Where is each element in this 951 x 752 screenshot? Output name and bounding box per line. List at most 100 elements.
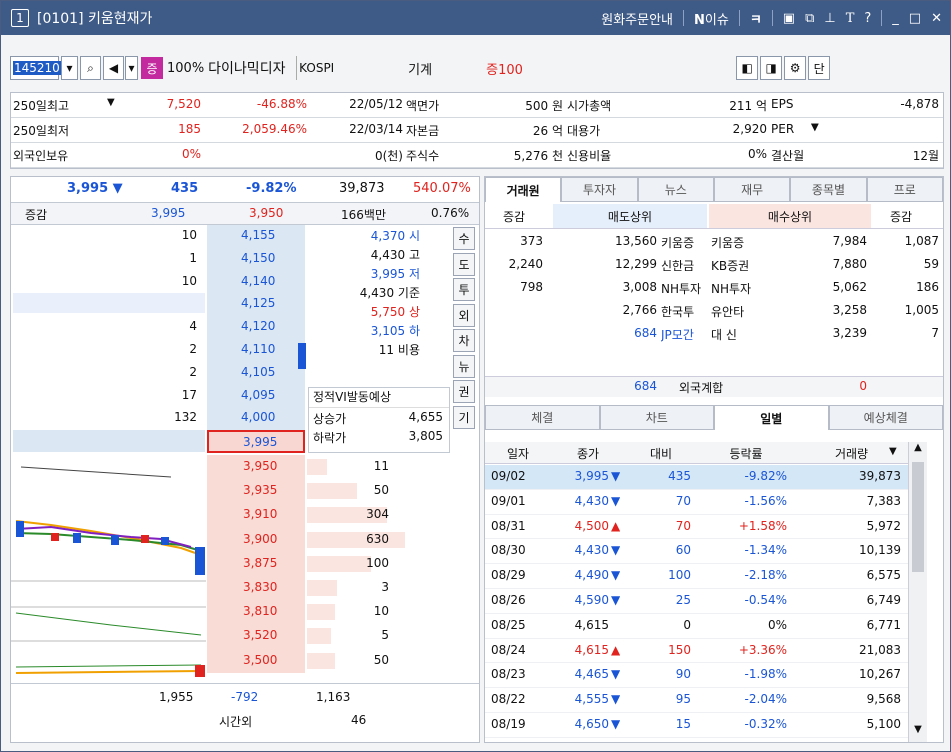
daily-volume: 5,100 [866, 717, 901, 731]
window-icon[interactable]: ◨ [760, 56, 783, 80]
daily-row[interactable]: 08/25 4,615 0 0% 6,771 [485, 614, 908, 639]
scroll-up-icon[interactable]: ▲ [909, 442, 927, 460]
bid-row[interactable]: 3,935 50 [207, 479, 479, 504]
subtab-0[interactable]: 체결 [485, 405, 600, 430]
gear-icon[interactable]: ⚙ [784, 56, 807, 80]
news-issue-link[interactable]: N이슈 [694, 9, 729, 28]
info-label: 주식수 [406, 149, 440, 163]
daily-arrow: ▲ [611, 518, 621, 533]
logo-icon[interactable]: ㅋ [750, 9, 762, 28]
bid-qty: 304 [366, 507, 389, 522]
title-bar: 1 [0101] 키움현재가 원화주문안내 N이슈 ㅋ ▣ ⧉ ⊥ T ? _ … [1, 1, 950, 35]
side-button[interactable]: 차 [453, 329, 475, 352]
daily-date: 08/19 [491, 717, 526, 731]
minimize-icon[interactable]: _ [892, 11, 899, 26]
daily-column-header[interactable]: 대비 [625, 445, 697, 462]
subtab-2[interactable]: 일별 [714, 405, 829, 430]
side-button[interactable]: 외 [453, 303, 475, 327]
close-icon[interactable]: ✕ [931, 11, 942, 26]
bid-row[interactable]: 3,810 10 [207, 600, 479, 625]
daily-row[interactable]: 09/02 3,995 ▼ 435 -9.82% 39,873 [485, 465, 908, 490]
daily-row[interactable]: 09/01 4,430 ▼ 70 -1.56% 7,383 [485, 490, 908, 515]
trade-amount-rate: 0.76% [431, 206, 470, 220]
daily-row[interactable]: 08/23 4,465 ▼ 90 -1.98% 10,267 [485, 663, 908, 689]
ask-row[interactable]: 10 4,140 [11, 270, 306, 294]
broker-row[interactable]: 373 13,560 키움증 키움증 7,984 1,087 [485, 231, 943, 254]
tile-icon[interactable]: ▣ [783, 11, 795, 26]
subtab-3[interactable]: 예상체결 [828, 405, 943, 430]
daily-row[interactable]: 08/30 4,430 ▼ 60 -1.34% 10,139 [485, 539, 908, 565]
vi-down-label: 하락가 [313, 431, 347, 445]
sell-qty: 2,766 [622, 303, 657, 317]
per-dropdown-icon[interactable]: ▼ [811, 122, 819, 133]
sell-diff: 2,240 [508, 257, 543, 271]
broker-row[interactable]: 684 JP모간 대 신 3,239 7 [485, 323, 943, 346]
foreign-label: 외국계합 [679, 381, 724, 395]
side-button[interactable]: 수 [453, 227, 475, 250]
tab-3[interactable]: 재무 [714, 177, 791, 202]
scrollbar[interactable]: ▲ ▼ [908, 442, 927, 742]
tab-1[interactable]: 투자자 [561, 177, 638, 202]
font-icon[interactable]: T [846, 11, 855, 26]
ask-row[interactable]: 1 4,150 [11, 247, 306, 271]
daily-volume: 39,873 [859, 469, 901, 483]
daily-column-header[interactable]: 등락률 [697, 445, 795, 462]
search-icon[interactable]: ⌕ [80, 56, 101, 80]
side-button[interactable]: 기 [453, 405, 475, 429]
broker-row[interactable]: 2,240 12,299 신한금 KB증권 7,880 59 [485, 254, 943, 277]
daily-row[interactable]: 08/29 4,490 ▼ 100 -2.18% 6,575 [485, 564, 908, 589]
ask-row[interactable]: 2 4,105 [11, 361, 306, 385]
order-notice-link[interactable]: 원화주문안내 [601, 9, 673, 28]
daily-row[interactable]: 08/26 4,590 ▼ 25 -0.54% 6,749 [485, 589, 908, 614]
scroll-thumb[interactable] [912, 462, 924, 572]
ask-row[interactable]: 132 4,000 [11, 407, 306, 431]
bid-row[interactable]: 3,875 100 [207, 551, 479, 576]
ask-row[interactable]: 17 4,095 [11, 384, 306, 408]
info-dropdown-icon[interactable]: ▼ [107, 97, 115, 108]
layout-icon[interactable]: ◧ [736, 56, 759, 80]
daily-row[interactable]: 08/31 4,500 ▲ 70 +1.58% 5,972 [485, 515, 908, 540]
bid-row[interactable]: 3,830 3 [207, 576, 479, 601]
broker-row[interactable]: 798 3,008 NH투자 NH투자 5,062 186 [485, 277, 943, 300]
copy-window-icon[interactable]: ⧉ [805, 11, 814, 26]
sell-broker: NH투자 [661, 282, 702, 296]
ask-row[interactable]: 10 4,155 [11, 225, 306, 248]
side-button[interactable]: 뉴 [453, 354, 475, 378]
sell-broker: 키움증 [661, 236, 695, 250]
code-dropdown-button[interactable]: ▾ [61, 56, 78, 80]
side-button[interactable]: 권 [453, 380, 475, 403]
daily-row[interactable]: 08/19 4,650 ▼ 15 -0.32% 5,100 [485, 713, 908, 738]
daily-diff: 70 [675, 493, 691, 508]
bid-row[interactable]: 3,910 304 [207, 503, 479, 528]
daily-row[interactable]: 08/24 4,615 ▲ 150 +3.36% 21,083 [485, 639, 908, 664]
pin-icon[interactable]: ⊥ [824, 11, 835, 26]
single-view-button[interactable]: 단 [808, 56, 831, 80]
tab-0[interactable]: 거래원 [485, 177, 562, 202]
tab-5[interactable]: 프로 [866, 177, 943, 202]
bid-row[interactable]: 3,520 5 [207, 624, 479, 649]
bid-row[interactable]: 3,500 50 [207, 648, 479, 673]
bid-row[interactable]: 3,950 11 [207, 455, 479, 480]
subtab-1[interactable]: 차트 [599, 405, 714, 430]
maximize-icon[interactable]: □ [909, 11, 921, 26]
speaker-icon[interactable]: ◀ [103, 56, 124, 80]
side-button[interactable]: 투 [453, 278, 475, 301]
stock-code-input[interactable]: 145210 [10, 56, 61, 80]
scroll-down-icon[interactable]: ▼ [909, 724, 927, 742]
bid-row[interactable]: 3,900 630 [207, 527, 479, 552]
ask-total-header: 3,995 [151, 206, 186, 220]
buy-broker: NH투자 [711, 282, 752, 296]
side-button[interactable]: 도 [453, 252, 475, 276]
daily-row[interactable]: 08/22 4,555 ▼ 95 -2.04% 9,568 [485, 688, 908, 713]
ask-row[interactable]: 4 4,120 [11, 316, 306, 339]
help-icon[interactable]: ? [864, 11, 871, 26]
tab-2[interactable]: 뉴스 [637, 177, 714, 202]
ask-row[interactable]: 2 4,110 [11, 339, 306, 362]
tab-4[interactable]: 종목별 [790, 177, 867, 202]
daily-column-header[interactable]: 종가 [551, 445, 625, 462]
broker-row[interactable]: 2,766 한국투 유안타 3,258 1,005 [485, 300, 943, 323]
daily-column-header[interactable]: 일자 [485, 445, 551, 462]
column-menu-icon[interactable]: ▼ [889, 446, 897, 457]
speaker-dropdown-button[interactable]: ▾ [125, 56, 138, 80]
total-diff: -792 [231, 690, 259, 704]
